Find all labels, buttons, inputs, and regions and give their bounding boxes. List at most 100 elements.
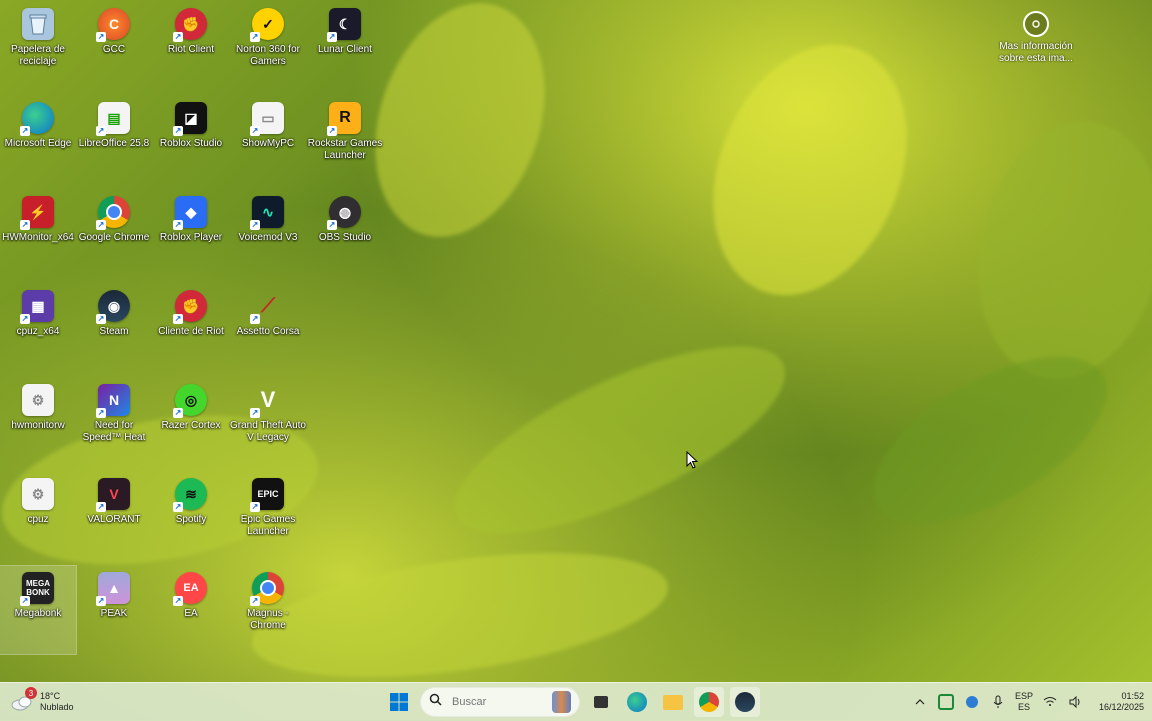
icon-label: Grand Theft Auto V Legacy — [230, 420, 306, 443]
desktop-icon-spotify[interactable]: ≋ ↗ Spotify — [153, 472, 229, 560]
wifi-icon[interactable] — [1041, 693, 1059, 711]
showmypc-icon: ▭ ↗ — [250, 102, 284, 136]
icon-label: Voicemod V3 — [238, 232, 298, 243]
desktop-icon-nfs-heat[interactable]: N ↗ Need for Speed™ Heat — [76, 378, 152, 466]
search-highlight-icon — [552, 691, 571, 713]
desktop-icon-recycle-bin[interactable]: Papelera de reciclaje — [0, 2, 76, 90]
search-input[interactable] — [450, 695, 544, 709]
icon-label: Need for Speed™ Heat — [82, 420, 146, 443]
desktop-icon-lunar-client[interactable]: ☾ ↗ Lunar Client — [307, 2, 383, 90]
recycle-bin-icon — [22, 8, 54, 40]
weather-temp: 18°C — [40, 691, 61, 701]
clock-time: 01:52 — [1121, 691, 1144, 701]
file-icon: ⚙ — [22, 478, 54, 510]
riot-client-icon: ✊ ↗ — [173, 8, 207, 42]
icon-label: Roblox Studio — [159, 138, 223, 149]
libreoffice-icon: ▤ ↗ — [96, 102, 130, 136]
windows-logo-icon — [390, 693, 408, 711]
taskbar-app-task-view[interactable] — [586, 687, 616, 717]
clock[interactable]: 01:52 16/12/2025 — [1099, 691, 1144, 713]
desktop-icon-cpuz[interactable]: ⚙ cpuz — [0, 472, 76, 560]
icon-label: Rockstar Games Launcher — [307, 138, 383, 161]
desktop-icon-libreoffice[interactable]: ▤ ↗ LibreOffice 25.8 — [76, 96, 152, 184]
desktop-icon-voicemod[interactable]: ∿ ↗ Voicemod V3 — [230, 190, 306, 278]
desktop-icon-assetto-corsa[interactable]: ⟋ ↗ Assetto Corsa — [230, 284, 306, 372]
desktop-icon-showmypc[interactable]: ▭ ↗ ShowMyPC — [230, 96, 306, 184]
desktop-icon-hwmonitorw[interactable]: ⚙ hwmonitorw — [0, 378, 76, 466]
desktop-icon-google-chrome[interactable]: ↗ Google Chrome — [76, 190, 152, 278]
desktop-icon-magnus-chrome[interactable]: ↗ Magnus - Chrome — [230, 566, 306, 654]
tray-shield-icon[interactable] — [963, 693, 981, 711]
desktop-icon-roblox-player[interactable]: ◆ ↗ Roblox Player — [153, 190, 229, 278]
icon-label: VALORANT — [87, 514, 141, 525]
weather-badge: 3 — [25, 687, 37, 699]
wallpaper-info-link[interactable]: Mas información sobre esta ima... — [997, 8, 1075, 68]
icon-label: Assetto Corsa — [236, 326, 300, 337]
desktop-icon-rockstar[interactable]: R ↗ Rockstar Games Launcher — [307, 96, 383, 184]
desktop-icon-steam[interactable]: ◉ ↗ Steam — [76, 284, 152, 372]
desktop-icon-riot-client[interactable]: ✊ ↗ Riot Client — [153, 2, 229, 90]
lunar-client-icon: ☾ ↗ — [327, 8, 361, 42]
desktop-icon-valorant[interactable]: V ↗ VALORANT — [76, 472, 152, 560]
weather-condition: Nublado — [40, 702, 74, 712]
desktop-icon-megabonk[interactable]: MEGA BONK ↗ Megabonk — [0, 565, 77, 655]
desktop-icon-gta-v[interactable]: V ↗ Grand Theft Auto V Legacy — [230, 378, 306, 466]
desktop-icon-hwmonitor-x64[interactable]: ⚡ ↗ HWMonitor_x64 — [0, 190, 76, 278]
icon-label: Epic Games Launcher — [240, 514, 296, 537]
desktop-icon-epic-games[interactable]: EPIC ↗ Epic Games Launcher — [230, 472, 306, 560]
taskbar-search[interactable] — [420, 687, 580, 717]
desktop-icon-ea[interactable]: EA ↗ EA — [153, 566, 229, 654]
camera-icon — [1023, 11, 1049, 37]
task-view-icon — [594, 696, 608, 708]
taskbar-app-chrome[interactable] — [694, 687, 724, 717]
epic-games-icon: EPIC ↗ — [250, 478, 284, 512]
desktop: Papelera de reciclaje ↗ Microsoft Edge ⚡… — [0, 0, 1152, 682]
desktop-icon-norton[interactable]: ✓ ↗ Norton 360 for Gamers — [230, 2, 306, 90]
chrome-icon — [699, 692, 719, 712]
icon-label: Spotify — [175, 514, 207, 525]
obs-icon: ◍ ↗ — [327, 196, 361, 230]
chrome-profile-icon: ↗ — [250, 572, 284, 606]
taskbar-app-edge[interactable] — [622, 687, 652, 717]
taskbar-app-file-explorer[interactable] — [658, 687, 688, 717]
start-button[interactable] — [384, 687, 414, 717]
desktop-icon-peak[interactable]: ▲ ↗ PEAK — [76, 566, 152, 654]
show-hidden-icons-chevron-up-icon[interactable] — [911, 693, 929, 711]
file-icon: ⚙ — [22, 384, 54, 416]
desktop-icon-roblox-studio[interactable]: ◪ ↗ Roblox Studio — [153, 96, 229, 184]
clock-date: 16/12/2025 — [1098, 702, 1144, 712]
steam-icon: ◉ ↗ — [96, 290, 130, 324]
assetto-corsa-icon: ⟋ ↗ — [250, 294, 275, 324]
language-indicator[interactable]: ESP ES — [1015, 691, 1033, 713]
icon-label: cpuz_x64 — [16, 326, 60, 337]
microphone-icon[interactable] — [989, 693, 1007, 711]
icon-label: LibreOffice 25.8 — [78, 138, 150, 149]
icon-label: Cliente de Riot — [158, 326, 224, 337]
desktop-icon-gcc[interactable]: C ↗ GCC — [76, 2, 152, 90]
taskbar-app-steam[interactable] — [730, 687, 760, 717]
desktop-icon-razer-cortex[interactable]: ◎ ↗ Razer Cortex — [153, 378, 229, 466]
edge-icon: ↗ — [20, 102, 54, 136]
desktop-icon-microsoft-edge[interactable]: ↗ Microsoft Edge — [0, 96, 76, 184]
icon-label: ShowMyPC — [241, 138, 295, 149]
speaker-icon[interactable] — [1067, 693, 1085, 711]
search-icon — [429, 693, 442, 711]
desktop-icon-obs-studio[interactable]: ◍ ↗ OBS Studio — [307, 190, 383, 278]
icon-label: Megabonk — [14, 608, 62, 619]
desktop-icon-cpuz-x64[interactable]: ▦ ↗ cpuz_x64 — [0, 284, 76, 372]
megabonk-icon: MEGA BONK ↗ — [20, 572, 54, 606]
folder-icon — [663, 694, 683, 710]
icon-label: Razer Cortex — [161, 420, 221, 431]
taskbar: 3 18°C Nublado Buscar ESP ES 01:52 16/12… — [0, 682, 1152, 721]
weather-widget[interactable]: 3 18°C Nublado — [10, 687, 74, 717]
mouse-cursor-icon — [686, 450, 699, 474]
icon-label: HWMonitor_x64 — [2, 232, 74, 243]
keyboard-layout: ES — [1017, 702, 1030, 712]
tray-app-icon[interactable] — [937, 693, 955, 711]
razer-cortex-icon: ◎ ↗ — [173, 384, 207, 418]
icon-label: Roblox Player — [159, 232, 223, 243]
steam-icon — [735, 692, 755, 712]
desktop-icon-cliente-de-riot[interactable]: ✊ ↗ Cliente de Riot — [153, 284, 229, 372]
roblox-player-icon: ◆ ↗ — [173, 196, 207, 230]
system-tray: ESP ES 01:52 16/12/2025 — [911, 686, 1144, 718]
